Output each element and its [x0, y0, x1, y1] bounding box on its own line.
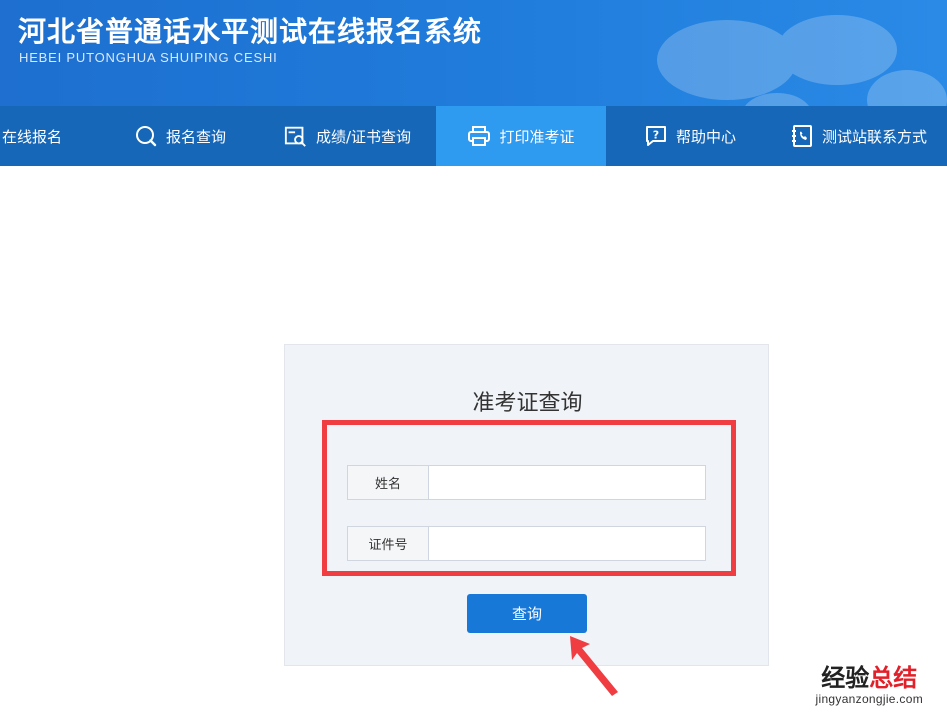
phone-book-icon	[790, 124, 814, 148]
watermark-logo: 经验总结	[816, 664, 923, 692]
nav-item-test-station-contact[interactable]: 测试站联系方式	[786, 106, 931, 166]
nav-item-online-register[interactable]: 在线报名	[0, 106, 66, 166]
watermark-url: jingyanzongjie.com	[815, 692, 923, 706]
site-subtitle: HEBEI PUTONGHUA SHUIPING CESHI	[19, 50, 278, 65]
query-button[interactable]: 查询	[467, 594, 587, 633]
watermark-accent: 总结	[869, 664, 918, 692]
main-nav: 在线报名 报名查询 成绩/证书查询 打印准考证 ? 帮助中心 测试站联系方式	[0, 106, 947, 166]
help-icon: ?	[644, 124, 668, 148]
name-input[interactable]	[429, 466, 705, 499]
id-number-input[interactable]	[429, 527, 705, 560]
nav-item-label: 测试站联系方式	[822, 127, 928, 146]
watermark: 经验总结 jingyanzongjie.com	[816, 664, 923, 706]
panel-title: 准考证查询	[472, 391, 583, 416]
nav-item-print-admission-ticket[interactable]: 打印准考证	[436, 106, 606, 166]
certificate-search-icon	[284, 124, 308, 148]
nav-item-label: 帮助中心	[676, 127, 737, 146]
nav-item-label: 成绩/证书查询	[316, 127, 412, 146]
search-icon	[134, 124, 158, 148]
id-number-field: 证件号	[347, 526, 706, 561]
name-field: 姓名	[347, 465, 706, 500]
nav-item-score-certificate-query[interactable]: 成绩/证书查询	[280, 106, 415, 166]
printer-icon	[467, 124, 491, 148]
world-map-decoration	[657, 15, 947, 106]
nav-item-label: 在线报名	[2, 127, 63, 146]
id-number-label: 证件号	[348, 527, 429, 560]
nav-item-label: 报名查询	[166, 127, 227, 146]
site-header: 河北省普通话水平测试在线报名系统 HEBEI PUTONGHUA SHUIPIN…	[0, 0, 947, 106]
site-title: 河北省普通话水平测试在线报名系统	[18, 15, 483, 48]
nav-item-label: 打印准考证	[499, 127, 575, 146]
name-label: 姓名	[348, 466, 429, 499]
red-arrow-annotation	[570, 636, 618, 696]
svg-text:?: ?	[653, 129, 659, 142]
nav-item-help-center[interactable]: ? 帮助中心	[640, 106, 740, 166]
nav-item-register-query[interactable]: 报名查询	[130, 106, 230, 166]
watermark-prefix: 经验	[821, 664, 870, 692]
